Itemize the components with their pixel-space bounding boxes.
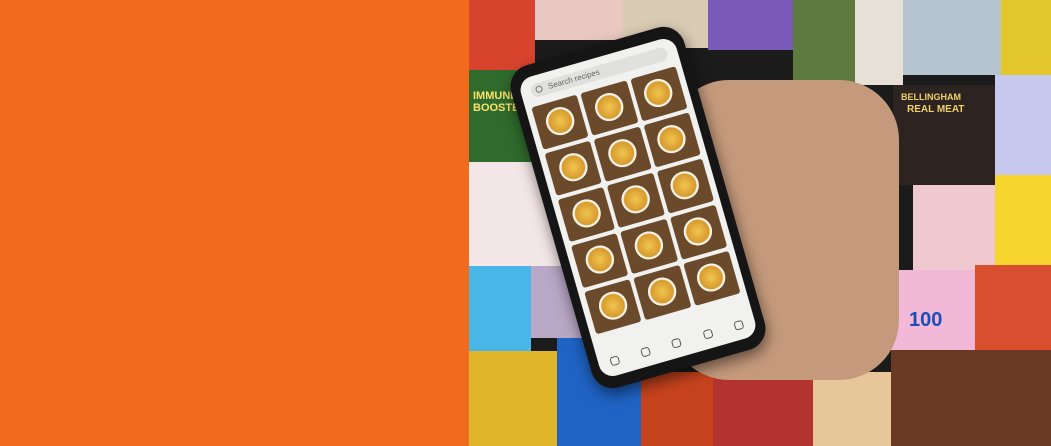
collage-tile-woman [855,0,903,85]
collage-tile-candy [535,0,623,40]
collage-tile-bellingham: BELLINGHAM REAL MEAT [893,85,995,185]
orange-panel [0,0,469,446]
hero-banner: IMMUNE BOOSTERS BELLINGHAM REAL MEAT 100 [0,0,1051,446]
collage-tile-cartoon-cow [708,0,793,50]
heart-icon [702,328,714,340]
collage-tile-lavender [995,75,1051,175]
recipe-thumbnail [620,218,678,275]
collage-tile-guy-yellow [469,351,557,446]
collage-tile-fried-chicken [641,372,713,446]
recipe-thumbnail [580,80,639,136]
recipe-thumbnail [571,232,629,289]
collage-tile-blue-ad [469,266,531,351]
recipe-thumbnail [629,66,688,122]
profile-icon [733,319,745,331]
collage-tile-yellow [1001,0,1051,75]
add-icon [671,336,683,349]
collage-tile-bbq [891,350,1051,446]
search-nav-icon [639,345,652,358]
recipe-thumbnail [656,158,715,214]
recipe-thumbnail [682,250,741,307]
collage-tile-people [469,0,535,70]
recipe-thumbnail [531,94,589,150]
recipe-thumbnail [607,172,665,228]
recipe-thumbnail [593,126,652,182]
recipe-thumbnail [557,186,616,243]
recipe-thumbnail [669,204,728,260]
collage-tile-man-cake [903,0,1001,75]
home-icon [608,354,620,366]
collage-tile-pink-drink [913,185,995,270]
recipe-thumbnail [643,112,701,168]
search-icon [534,84,544,94]
recipe-thumbnail [633,264,692,321]
phone-search-placeholder: Search recipes [546,67,601,91]
collage-tile-bird [995,175,1051,265]
collage-tile-donuts [813,372,891,446]
real-meat-text: REAL MEAT [907,104,965,115]
recipe-thumbnail [544,140,603,196]
bellingham-text: BELLINGHAM [901,92,961,102]
tile-number-text: 100 [909,309,943,331]
collage-tile-dessert [975,265,1051,350]
collage-tile-deer [793,0,855,85]
recipe-thumbnail [584,279,642,335]
